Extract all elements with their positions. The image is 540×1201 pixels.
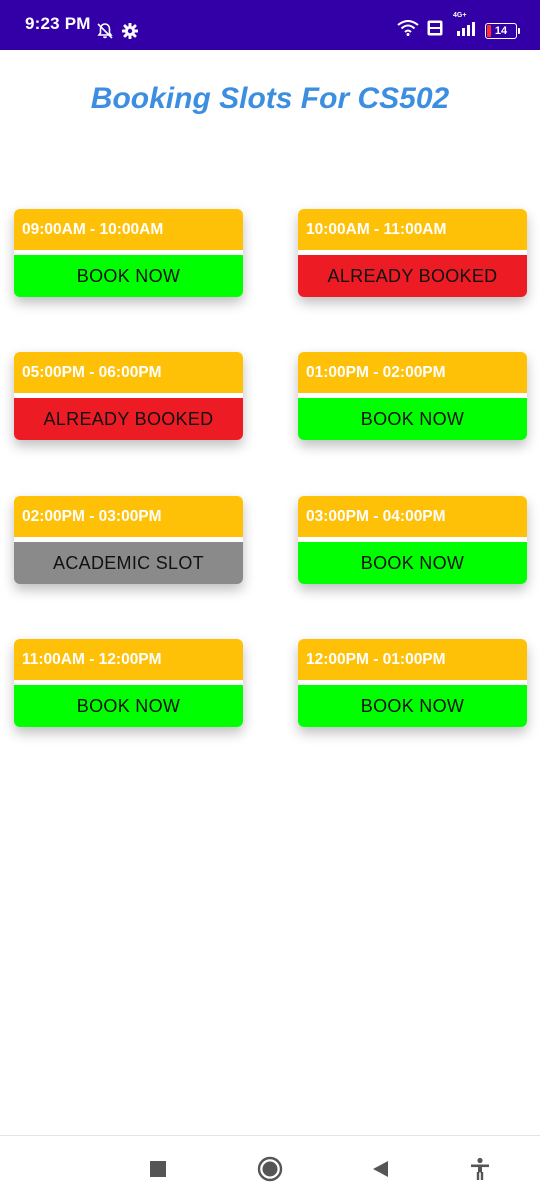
status-bar: 9:23 PM 4G+ 14 bbox=[0, 0, 540, 50]
status-time: 9:23 PM bbox=[25, 14, 91, 33]
volte-icon bbox=[427, 20, 443, 41]
slot-time: 01:00PM - 02:00PM bbox=[298, 352, 527, 393]
book-now-button[interactable]: BOOK NOW bbox=[298, 398, 527, 440]
book-now-button[interactable]: BOOK NOW bbox=[298, 685, 527, 727]
battery-icon: 14 bbox=[485, 22, 520, 39]
slot-time: 02:00PM - 03:00PM bbox=[14, 496, 243, 537]
slot-time: 09:00AM - 10:00AM bbox=[14, 209, 243, 250]
signal-icon: 4G+ bbox=[451, 12, 477, 41]
battery-level: 14 bbox=[494, 24, 508, 37]
academic-slot-label: ACADEMIC SLOT bbox=[14, 542, 243, 584]
home-circle-icon[interactable] bbox=[257, 1156, 283, 1182]
slot-time: 12:00PM - 01:00PM bbox=[298, 639, 527, 680]
slot-card: 09:00AM - 10:00AM BOOK NOW bbox=[14, 209, 243, 297]
wifi-icon bbox=[397, 20, 419, 41]
book-now-button[interactable]: BOOK NOW bbox=[298, 542, 527, 584]
recents-square-icon[interactable] bbox=[145, 1156, 171, 1182]
slot-card: 11:00AM - 12:00PM BOOK NOW bbox=[14, 639, 243, 727]
slot-card: 03:00PM - 04:00PM BOOK NOW bbox=[298, 496, 527, 584]
slot-time: 10:00AM - 11:00AM bbox=[298, 209, 527, 250]
notifications-off-icon bbox=[96, 22, 114, 45]
slot-time: 11:00AM - 12:00PM bbox=[14, 639, 243, 680]
back-triangle-icon[interactable] bbox=[367, 1156, 393, 1182]
accessibility-icon[interactable] bbox=[467, 1156, 493, 1182]
book-now-button[interactable]: BOOK NOW bbox=[14, 255, 243, 297]
slot-card: 12:00PM - 01:00PM BOOK NOW bbox=[298, 639, 527, 727]
book-now-button[interactable]: BOOK NOW bbox=[14, 685, 243, 727]
already-booked-label: ALREADY BOOKED bbox=[14, 398, 243, 440]
slot-card: 10:00AM - 11:00AM ALREADY BOOKED bbox=[298, 209, 527, 297]
already-booked-label: ALREADY BOOKED bbox=[298, 255, 527, 297]
slot-time: 03:00PM - 04:00PM bbox=[298, 496, 527, 537]
slot-card: 05:00PM - 06:00PM ALREADY BOOKED bbox=[14, 352, 243, 440]
slot-card: 02:00PM - 03:00PM ACADEMIC SLOT bbox=[14, 496, 243, 584]
network-type-label: 4G+ bbox=[453, 12, 467, 19]
slot-card: 01:00PM - 02:00PM BOOK NOW bbox=[298, 352, 527, 440]
settings-gear-icon bbox=[121, 22, 139, 44]
page-title: Booking Slots For CS502 bbox=[90, 82, 450, 115]
system-nav-bar bbox=[0, 1135, 540, 1201]
slot-time: 05:00PM - 06:00PM bbox=[14, 352, 243, 393]
